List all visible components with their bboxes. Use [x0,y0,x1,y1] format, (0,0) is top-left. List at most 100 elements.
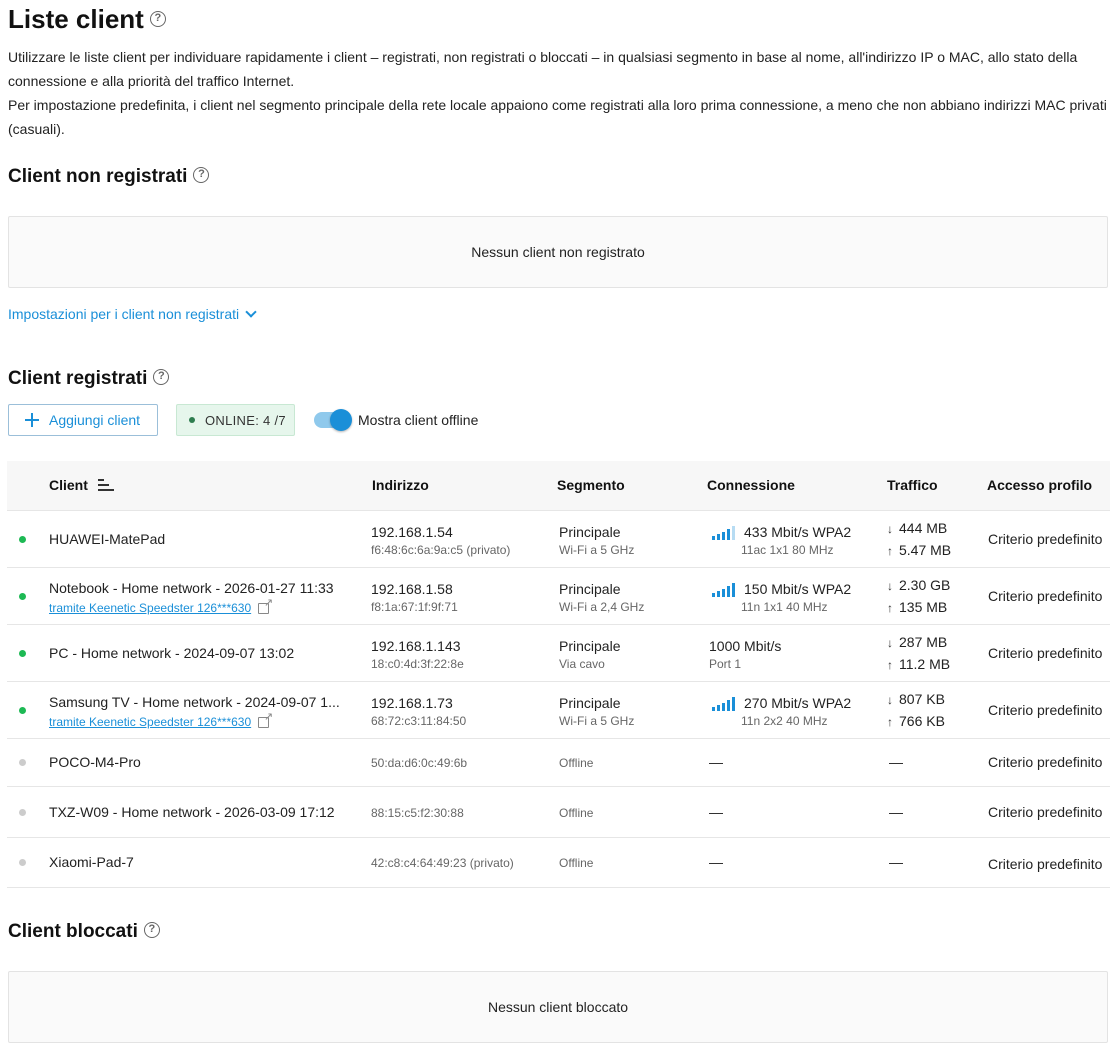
table-row[interactable]: Samsung TV - Home network - 2024-09-07 1… [7,681,1110,738]
chevron-down-icon [245,306,257,318]
unregistered-section-title: Client non registrati? [8,166,210,188]
show-offline-toggle[interactable] [314,409,352,431]
table-row[interactable]: HUAWEI-MatePad 192.168.1.54 f6:48:6c:6a:… [7,510,1110,567]
online-status-dot [19,536,26,543]
sort-icon[interactable] [98,479,114,491]
traffic-empty: — [889,754,903,770]
help-icon[interactable]: ? [149,11,166,28]
client-name: POCO-M4-Pro [49,754,141,770]
download-value: 287 MB [899,634,948,650]
traffic-download: ↓ 287 MB [887,634,947,650]
client-ip: 192.168.1.58 [371,581,453,597]
help-icon[interactable]: ? [193,167,210,184]
client-profile[interactable]: Criterio predefinito [988,856,1102,872]
upload-value: 766 KB [899,713,945,729]
offline-status-dot [19,859,26,866]
page-title: Liste client? [8,4,166,35]
client-name: Notebook - Home network - 2026-01-27 11:… [49,580,334,596]
table-row[interactable]: TXZ-W09 - Home network - 2026-03-09 17:1… [7,786,1110,837]
connection-empty: — [709,854,723,870]
traffic-upload: ↑ 135 MB [887,599,947,615]
connection-details: 11n 1x1 40 MHz [741,600,828,614]
client-connection: 150 Mbit/s WPA2 [712,581,851,597]
connection-speed: 270 Mbit/s WPA2 [744,695,852,711]
column-header-address: Indirizzo [372,477,429,493]
client-mac: 18:c0:4d:3f:22:8e [371,657,464,671]
column-header-traffic: Traffico [887,477,938,493]
connection-port: Port 1 [709,657,742,671]
client-mac: 68:72:c3:11:84:50 [371,714,467,728]
table-row[interactable]: Xiaomi-Pad-7 42:c8:c4:64:49:23 (privato)… [7,837,1110,888]
client-ip: 192.168.1.54 [371,524,453,540]
client-name: TXZ-W09 - Home network - 2026-03-09 17:1… [49,804,335,820]
wifi-signal-icon [712,583,735,597]
unregistered-settings-link[interactable]: Impostazioni per i client non registrati [8,306,257,322]
client-profile[interactable]: Criterio predefinito [988,702,1102,718]
column-header-segment: Segmento [557,477,625,493]
via-mesh-link[interactable]: tramite Keenetic Speedster 126***630 [49,710,273,730]
blocked-title-text: Client bloccati [8,921,138,942]
column-header-client[interactable]: Client [49,477,88,493]
client-segment-sub: Wi-Fi a 2,4 GHz [559,600,645,614]
description-line-2: Per impostazione predefinita, i client n… [8,97,1107,137]
table-row[interactable]: POCO-M4-Pro 50:da:d6:0c:49:6b Offline — … [7,738,1110,786]
table-header: Client Indirizzo Segmento Connessione Tr… [7,461,1110,510]
unregistered-empty-box: Nessun client non registrato [8,216,1108,288]
online-status-dot [19,707,26,714]
table-row[interactable]: PC - Home network - 2024-09-07 13:02 192… [7,624,1110,681]
blocked-empty-text: Nessun client bloccato [487,999,629,1015]
client-segment: Offline [559,806,594,820]
traffic-empty: — [889,804,903,820]
online-count-text: ONLINE: 4 /7 [205,412,286,428]
wifi-signal-icon [712,697,735,711]
client-segment-sub: Wi-Fi a 5 GHz [559,714,635,728]
online-status-dot [19,650,26,657]
registered-title-text: Client registrati [8,368,148,389]
client-segment-sub: Via cavo [559,657,605,671]
help-icon[interactable]: ? [153,369,170,386]
connection-empty: — [709,804,723,820]
traffic-download: ↓ 2.30 GB [887,577,950,593]
client-profile[interactable]: Criterio predefinito [988,588,1102,604]
connection-details: 11ac 1x1 80 MHz [741,543,834,557]
plus-icon [25,413,39,427]
download-arrow-icon: ↓ [887,522,893,536]
online-dot-icon [189,417,195,423]
connection-speed: 433 Mbit/s WPA2 [744,524,852,540]
connection-speed: 1000 Mbit/s [709,638,782,654]
add-client-button[interactable]: Aggiungi client [8,404,158,436]
upload-arrow-icon: ↑ [887,601,893,615]
client-profile[interactable]: Criterio predefinito [988,804,1102,820]
client-mac: 88:15:c5:f2:30:88 [371,806,464,820]
client-segment: Principale [559,695,621,711]
connection-speed: 150 Mbit/s WPA2 [744,581,852,597]
traffic-upload: ↑ 766 KB [887,713,945,729]
traffic-upload: ↑ 5.47 MB [887,542,951,558]
via-link-text: tramite Keenetic Speedster 126***630 [49,601,252,615]
via-mesh-link[interactable]: tramite Keenetic Speedster 126***630 [49,596,273,616]
download-value: 2.30 GB [899,577,951,593]
page-title-text: Liste client [8,4,144,34]
external-link-icon [258,596,273,614]
connection-details: 11n 2x2 40 MHz [741,714,828,728]
download-arrow-icon: ↓ [887,636,893,650]
settings-link-label: Impostazioni per i client non registrati [8,306,240,322]
traffic-upload: ↑ 11.2 MB [887,656,950,672]
download-arrow-icon: ↓ [887,693,893,707]
download-value: 444 MB [899,520,948,536]
add-client-label: Aggiungi client [49,412,141,428]
description-line-1: Utilizzare le liste client per individua… [8,49,1078,89]
client-name: Xiaomi-Pad-7 [49,854,134,870]
client-profile[interactable]: Criterio predefinito [988,645,1102,661]
traffic-download: ↓ 807 KB [887,691,945,707]
registered-clients-table: Client Indirizzo Segmento Connessione Tr… [7,461,1110,888]
client-mac: f8:1a:67:1f:9f:71 [371,600,458,614]
help-icon[interactable]: ? [143,922,160,939]
traffic-empty: — [889,854,903,870]
table-row[interactable]: Notebook - Home network - 2026-01-27 11:… [7,567,1110,624]
client-mac: f6:48:6c:6a:9a:c5 (privato) [371,543,511,557]
client-profile[interactable]: Criterio predefinito [988,754,1102,770]
client-name: PC - Home network - 2024-09-07 13:02 [49,645,295,661]
client-profile[interactable]: Criterio predefinito [988,531,1102,547]
upload-arrow-icon: ↑ [887,715,893,729]
